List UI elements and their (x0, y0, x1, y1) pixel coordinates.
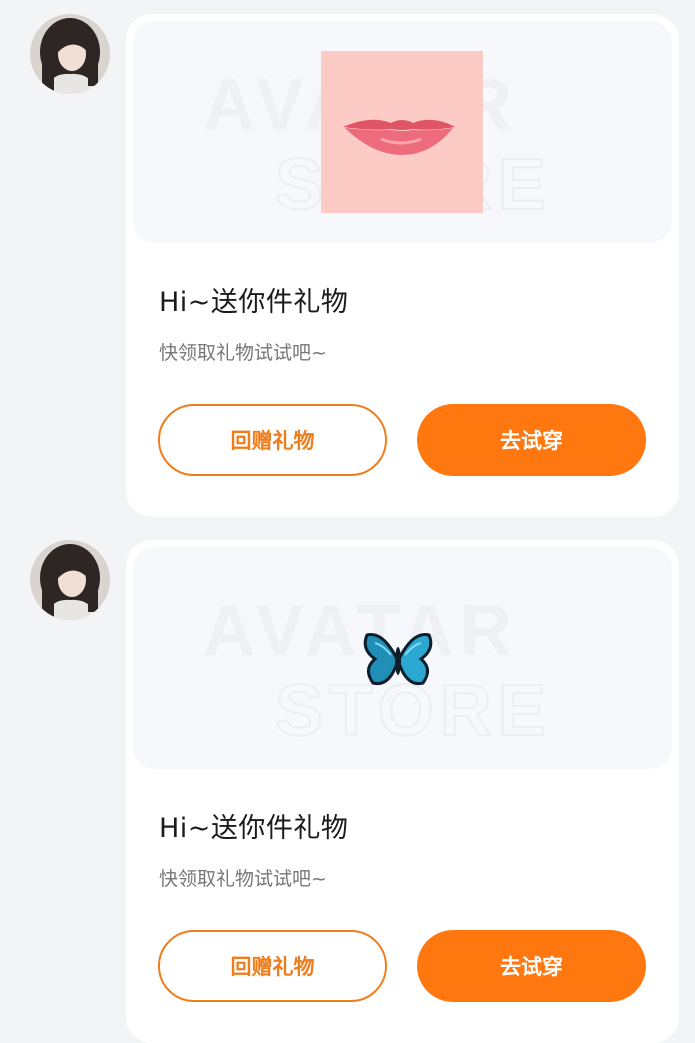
gift-preview: AVATAR STORE (133, 21, 672, 243)
sender-avatar[interactable] (30, 540, 110, 620)
gift-card: AVATAR STORE Hi~送你件礼物 快领取礼物试试吧~ 回赠礼物 去试穿 (126, 540, 679, 1043)
gift-preview: AVATAR STORE (133, 547, 672, 769)
try-on-button[interactable]: 去试穿 (417, 404, 646, 476)
gift-card: AVATAR STORE Hi~送你件礼物 快领取礼物试试吧~ 回赠礼物 去试穿 (126, 14, 679, 517)
lips-gift-icon (321, 51, 483, 213)
sender-avatar[interactable] (30, 14, 110, 94)
gift-subtitle: 快领取礼物试试吧~ (159, 342, 327, 364)
gift-subtitle: 快领取礼物试试吧~ (159, 868, 327, 890)
try-on-button[interactable]: 去试穿 (417, 930, 646, 1002)
gift-title: Hi~送你件礼物 (159, 813, 349, 844)
return-gift-button[interactable]: 回赠礼物 (158, 930, 387, 1002)
return-gift-button[interactable]: 回赠礼物 (158, 404, 387, 476)
butterfly-gift-icon (361, 629, 435, 691)
gift-title: Hi~送你件礼物 (159, 287, 349, 318)
